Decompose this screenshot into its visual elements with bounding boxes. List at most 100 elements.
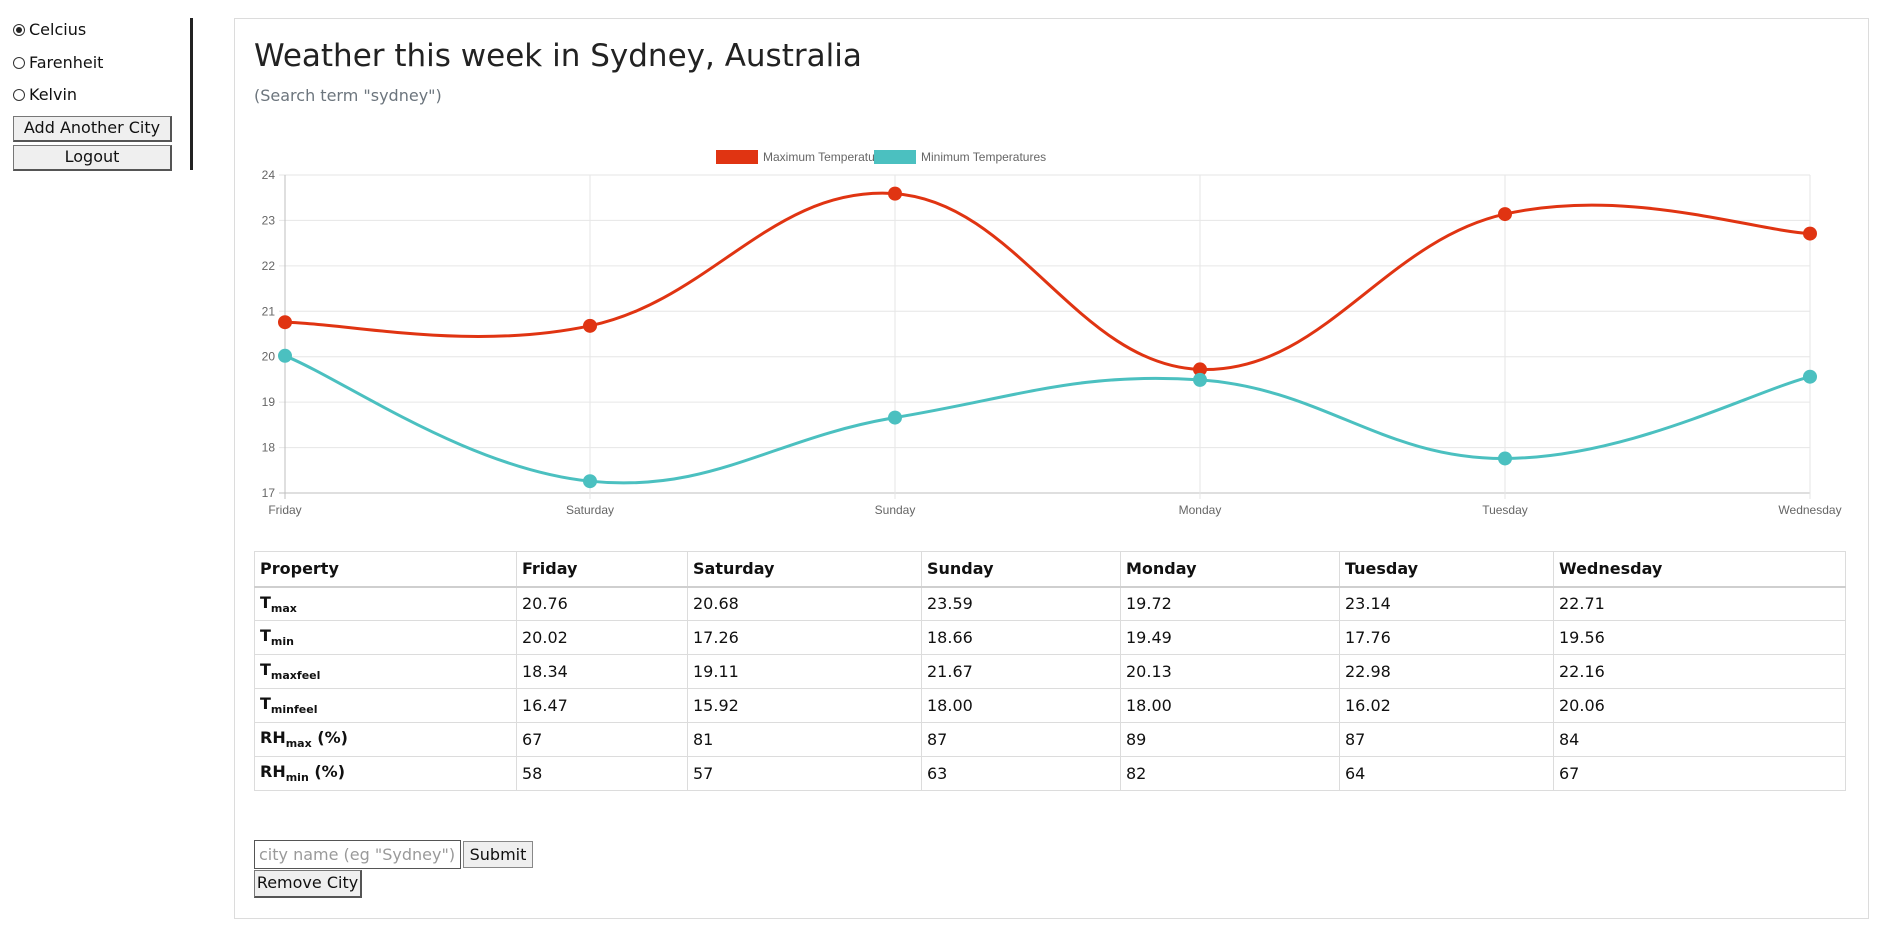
- submit-button[interactable]: Submit: [463, 841, 533, 868]
- table-cell: 16.47: [516, 688, 688, 723]
- data-point-max: [1803, 226, 1817, 241]
- x-tick-label: Sunday: [875, 503, 916, 517]
- table-cell: 20.06: [1553, 688, 1846, 723]
- city-search-input[interactable]: [254, 840, 461, 869]
- table-cell: 20.13: [1120, 654, 1340, 689]
- table-cell: 87: [921, 722, 1121, 757]
- property-suffix: (%): [311, 728, 348, 748]
- x-tick-label: Monday: [1179, 503, 1222, 517]
- row-property-label: Tminfeel: [254, 688, 517, 723]
- table-cell: 20.76: [516, 586, 688, 621]
- table-cell: 23.14: [1339, 586, 1554, 621]
- table-row: RHmin (%) 58 57 63 82 64 67: [254, 756, 1846, 791]
- unit-option-kelvin[interactable]: Kelvin: [13, 85, 77, 104]
- property-subscript: maxfeel: [270, 669, 321, 683]
- property-suffix: (%): [308, 762, 346, 782]
- table-row: RHmax (%) 67 81 87 89 87 84: [254, 722, 1846, 757]
- temperature-chart: 17 18 19 20 21 22 23 24 Friday Saturday Sunday Mond…: [262, 150, 1842, 517]
- data-point-min: [1803, 369, 1817, 384]
- table-cell: 81: [687, 722, 922, 757]
- property-base: RH: [260, 728, 286, 748]
- table-cell: 67: [1553, 756, 1846, 791]
- table-cell: 17.26: [687, 620, 922, 655]
- table-cell: 22.98: [1339, 654, 1554, 689]
- x-tick-label: Wednesday: [1778, 503, 1841, 517]
- data-point-min: [278, 348, 292, 363]
- series-line-max: [284, 191, 1811, 371]
- table-cell: 82: [1120, 756, 1340, 791]
- radio-kelvin[interactable]: [13, 88, 25, 101]
- table-cell: 17.76: [1339, 620, 1554, 655]
- data-point-max: [583, 318, 597, 333]
- col-header-wednesday: Wednesday: [1553, 551, 1846, 588]
- property-subscript: min: [285, 771, 309, 785]
- y-tick-label: 21: [262, 304, 276, 318]
- table-cell: 16.02: [1339, 688, 1554, 723]
- unit-option-farenheit[interactable]: Farenheit: [13, 53, 103, 72]
- table-cell: 20.68: [687, 586, 922, 621]
- table-row: Tmax 20.76 20.68 23.59 19.72 23.14 22.71: [254, 586, 1846, 621]
- table-cell: 18.00: [1120, 688, 1340, 723]
- logout-button[interactable]: Logout: [13, 145, 172, 171]
- data-point-max: [278, 315, 292, 330]
- property-subscript: max: [285, 737, 312, 751]
- x-tick-label: Tuesday: [1482, 503, 1528, 517]
- table-cell: 87: [1339, 722, 1554, 757]
- table-cell: 19.11: [687, 654, 922, 689]
- table-cell: 18.66: [921, 620, 1121, 655]
- row-property-label: Tmin: [254, 620, 517, 655]
- table-cell: 23.59: [921, 586, 1121, 621]
- sidebar: Celcius Farenheit Kelvin Add Another Cit…: [0, 0, 200, 171]
- legend-swatch: [874, 150, 916, 164]
- data-point-max: [888, 186, 902, 201]
- table-cell: 63: [921, 756, 1121, 791]
- table-row: Tminfeel 16.47 15.92 18.00 18.00 16.02 20.06: [254, 688, 1846, 723]
- sidebar-divider: [190, 18, 193, 170]
- data-point-min: [888, 410, 902, 425]
- col-header-tuesday: Tuesday: [1339, 551, 1554, 588]
- y-tick-label: 17: [262, 486, 276, 500]
- table-cell: 18.34: [516, 654, 688, 689]
- x-tick-label: Friday: [268, 503, 301, 517]
- property-subscript: max: [270, 601, 297, 615]
- unit-option-celcius[interactable]: Celcius: [13, 20, 86, 39]
- radio-celcius[interactable]: [13, 23, 25, 36]
- page-title: Weather this week in Sydney, Australia: [254, 38, 862, 74]
- radio-farenheit[interactable]: [13, 56, 25, 69]
- row-property-label: Tmax: [254, 586, 517, 621]
- add-city-button[interactable]: Add Another City: [13, 116, 172, 142]
- property-subscript: min: [270, 635, 294, 649]
- table-cell: 20.02: [516, 620, 688, 655]
- col-header-sunday: Sunday: [921, 551, 1121, 588]
- legend-label: Maximum Temperatures: [763, 150, 891, 164]
- data-point-min: [1498, 451, 1512, 466]
- data-point-min: [1193, 372, 1207, 387]
- table-cell: 58: [516, 756, 688, 791]
- table-cell: 15.92: [687, 688, 922, 723]
- series-line-min: [284, 354, 1811, 485]
- weather-table: Property Friday Saturday Sunday Monday T…: [254, 551, 1846, 791]
- table-cell: 57: [687, 756, 922, 791]
- row-property-label: RHmax (%): [254, 722, 517, 757]
- property-base: T: [260, 660, 271, 680]
- col-header-monday: Monday: [1120, 551, 1340, 588]
- data-point-max: [1498, 207, 1512, 222]
- y-tick-label: 22: [262, 259, 276, 273]
- table-cell: 22.16: [1553, 654, 1846, 689]
- property-base: RH: [260, 762, 286, 782]
- table-cell: 21.67: [921, 654, 1121, 689]
- col-header-friday: Friday: [516, 551, 688, 588]
- unit-label-kelvin: Kelvin: [29, 85, 78, 104]
- col-header-property: Property: [254, 551, 517, 588]
- table-cell: 67: [516, 722, 688, 757]
- property-base: T: [260, 694, 271, 714]
- y-tick-label: 20: [262, 350, 276, 364]
- table-row: Tmin 20.02 17.26 18.66 19.49 17.76 19.56: [254, 620, 1846, 655]
- table-header-row: Property Friday Saturday Sunday Monday T…: [254, 551, 1846, 588]
- row-property-label: Tmaxfeel: [254, 654, 517, 689]
- property-subscript: minfeel: [270, 703, 318, 717]
- property-base: T: [260, 626, 271, 646]
- legend-swatch: [716, 150, 758, 164]
- remove-city-button[interactable]: Remove City: [254, 870, 362, 898]
- col-header-saturday: Saturday: [687, 551, 922, 588]
